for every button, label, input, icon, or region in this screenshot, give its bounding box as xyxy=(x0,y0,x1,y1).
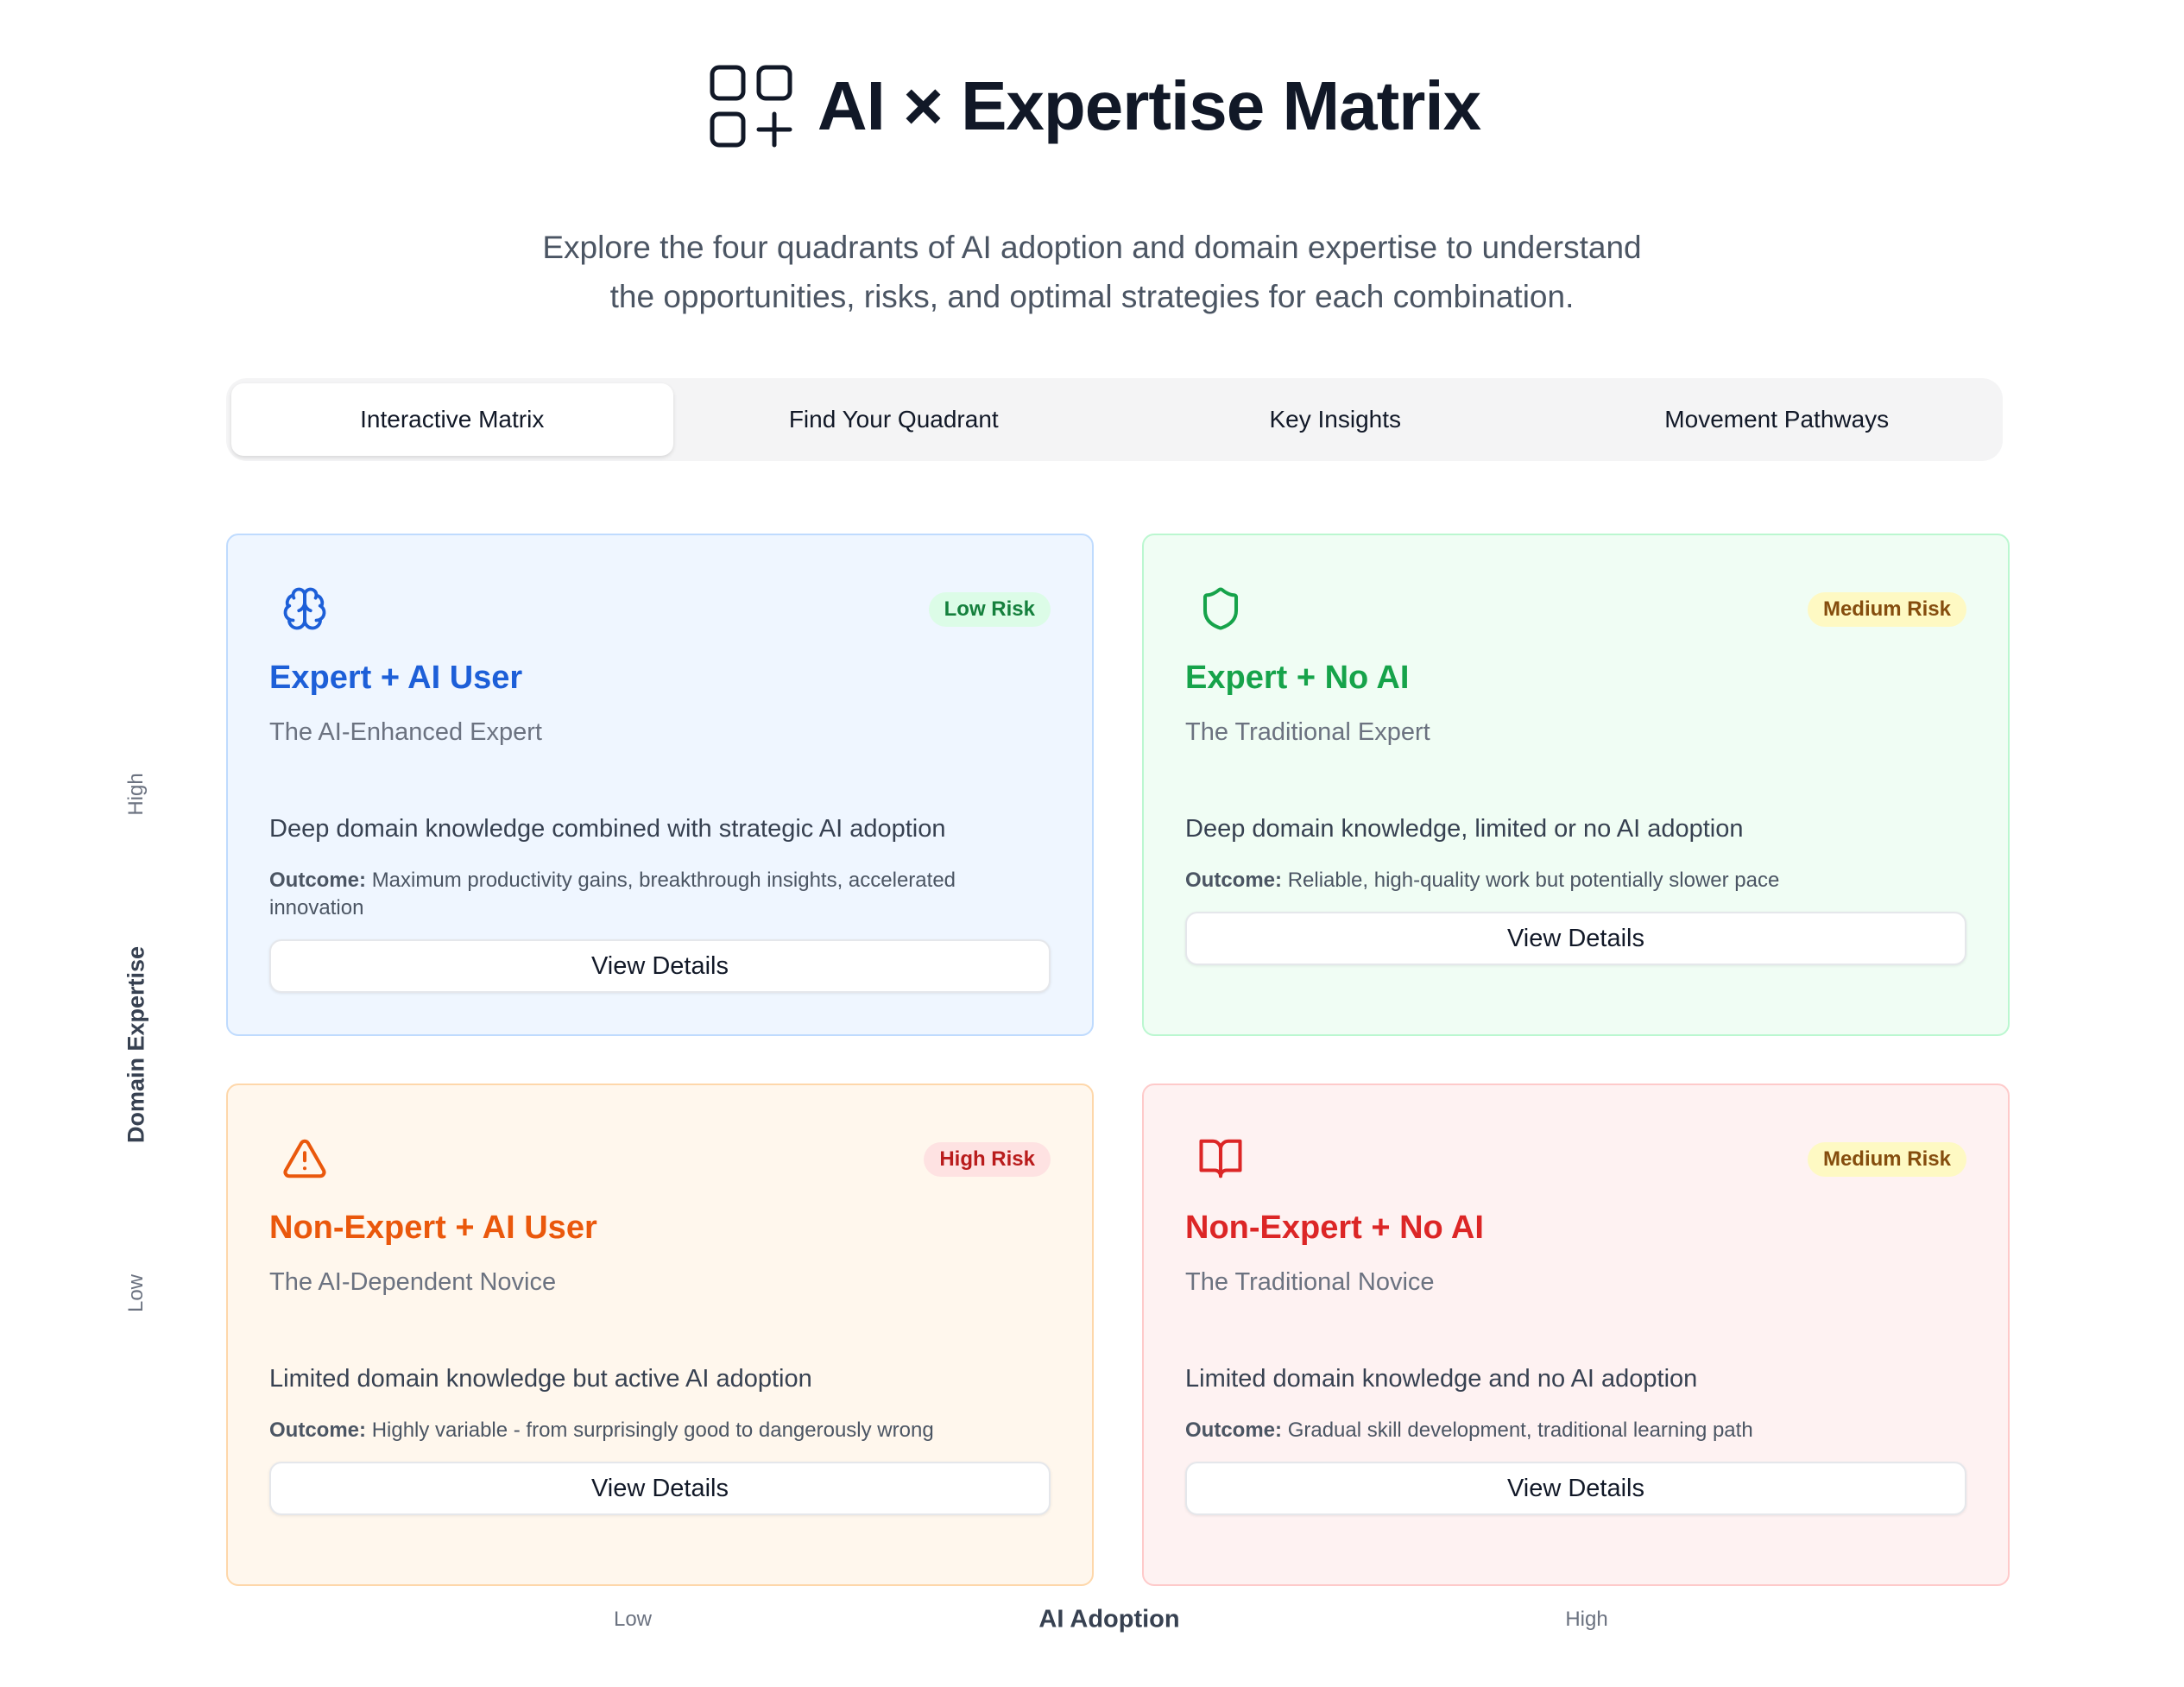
risk-badge: Low Risk xyxy=(928,592,1051,627)
brain-icon xyxy=(283,587,326,630)
outcome-label: Outcome: xyxy=(269,869,367,892)
risk-badge: Medium Risk xyxy=(1807,1142,1966,1177)
outcome-label: Outcome: xyxy=(1185,1418,1283,1442)
tab-find-your-quadrant[interactable]: Find Your Quadrant xyxy=(673,383,1115,456)
tab-interactive-matrix[interactable]: Interactive Matrix xyxy=(231,383,673,456)
warning-triangle-icon xyxy=(283,1139,326,1178)
page-header: AI × Expertise Matrix xyxy=(0,59,2184,154)
quadrant-outcome: Outcome: Maximum productivity gains, bre… xyxy=(269,867,1051,922)
outcome-text: Reliable, high-quality work but potentia… xyxy=(1287,869,1780,892)
x-axis-low-label: Low xyxy=(613,1608,653,1631)
outcome-text: Highly variable - from surprisingly good… xyxy=(371,1418,934,1442)
quadrant-card-non-expert-no-ai[interactable]: Medium Risk Non-Expert + No AI The Tradi… xyxy=(1142,1084,2010,1586)
subtitle-line: Explore the four quadrants of AI adoptio… xyxy=(542,230,1642,265)
page-subtitle: Explore the four quadrants of AI adoptio… xyxy=(488,223,1696,321)
risk-badge: Medium Risk xyxy=(1807,592,1966,627)
quadrant-card-expert-ai-user[interactable]: Low Risk Expert + AI User The AI-Enhance… xyxy=(226,534,1094,1036)
tab-movement-pathways[interactable]: Movement Pathways xyxy=(1556,383,1998,456)
quadrant-description: Limited domain knowledge and no AI adopt… xyxy=(1185,1365,1698,1393)
y-axis-title: Domain Expertise xyxy=(123,945,149,1144)
quadrant-subtitle: The AI-Enhanced Expert xyxy=(269,718,542,746)
quadrant-description: Limited domain knowledge but active AI a… xyxy=(269,1365,812,1393)
x-axis-high-label: High xyxy=(1565,1608,1608,1631)
quadrant-subtitle: The AI-Dependent Novice xyxy=(269,1268,557,1296)
quadrant-card-non-expert-ai-user[interactable]: High Risk Non-Expert + AI User The AI-De… xyxy=(226,1084,1094,1586)
quadrant-subtitle: The Traditional Expert xyxy=(1185,718,1430,746)
open-book-icon xyxy=(1199,1139,1242,1178)
view-details-button[interactable]: View Details xyxy=(269,939,1051,993)
tab-key-insights[interactable]: Key Insights xyxy=(1114,383,1556,456)
x-axis-title: AI Adoption xyxy=(1038,1605,1180,1633)
view-details-button[interactable]: View Details xyxy=(269,1462,1051,1515)
quadrant-outcome: Outcome: Highly variable - from surprisi… xyxy=(269,1417,1051,1444)
view-details-button[interactable]: View Details xyxy=(1185,1462,1966,1515)
quadrant-subtitle: The Traditional Novice xyxy=(1185,1268,1435,1296)
y-axis-low-label: Low xyxy=(124,1273,148,1313)
view-details-button[interactable]: View Details xyxy=(1185,912,1966,965)
quadrant-outcome: Outcome: Gradual skill development, trad… xyxy=(1185,1417,1966,1444)
quadrant-title: Expert + No AI xyxy=(1185,660,1410,696)
quadrant-description: Deep domain knowledge, limited or no AI … xyxy=(1185,815,1744,843)
quadrant-title: Non-Expert + AI User xyxy=(269,1210,597,1246)
y-axis-high-label: High xyxy=(124,773,148,816)
outcome-label: Outcome: xyxy=(1185,869,1283,892)
grid-plus-icon xyxy=(710,65,792,148)
risk-badge: High Risk xyxy=(924,1142,1051,1177)
quadrant-title: Expert + AI User xyxy=(269,660,523,696)
quadrant-card-expert-no-ai[interactable]: Medium Risk Expert + No AI The Tradition… xyxy=(1142,534,2010,1036)
quadrant-title: Non-Expert + No AI xyxy=(1185,1210,1484,1246)
quadrant-description: Deep domain knowledge combined with stra… xyxy=(269,815,946,843)
outcome-label: Outcome: xyxy=(269,1418,367,1442)
outcome-text: Maximum productivity gains, breakthrough… xyxy=(269,869,956,919)
outcome-text: Gradual skill development, traditional l… xyxy=(1287,1418,1753,1442)
shield-icon xyxy=(1202,587,1239,630)
page-title: AI × Expertise Matrix xyxy=(817,67,1481,144)
quadrant-outcome: Outcome: Reliable, high-quality work but… xyxy=(1185,867,1966,894)
subtitle-line: the opportunities, risks, and optimal st… xyxy=(609,279,1575,314)
tab-bar: Interactive Matrix Find Your Quadrant Ke… xyxy=(226,378,2003,461)
